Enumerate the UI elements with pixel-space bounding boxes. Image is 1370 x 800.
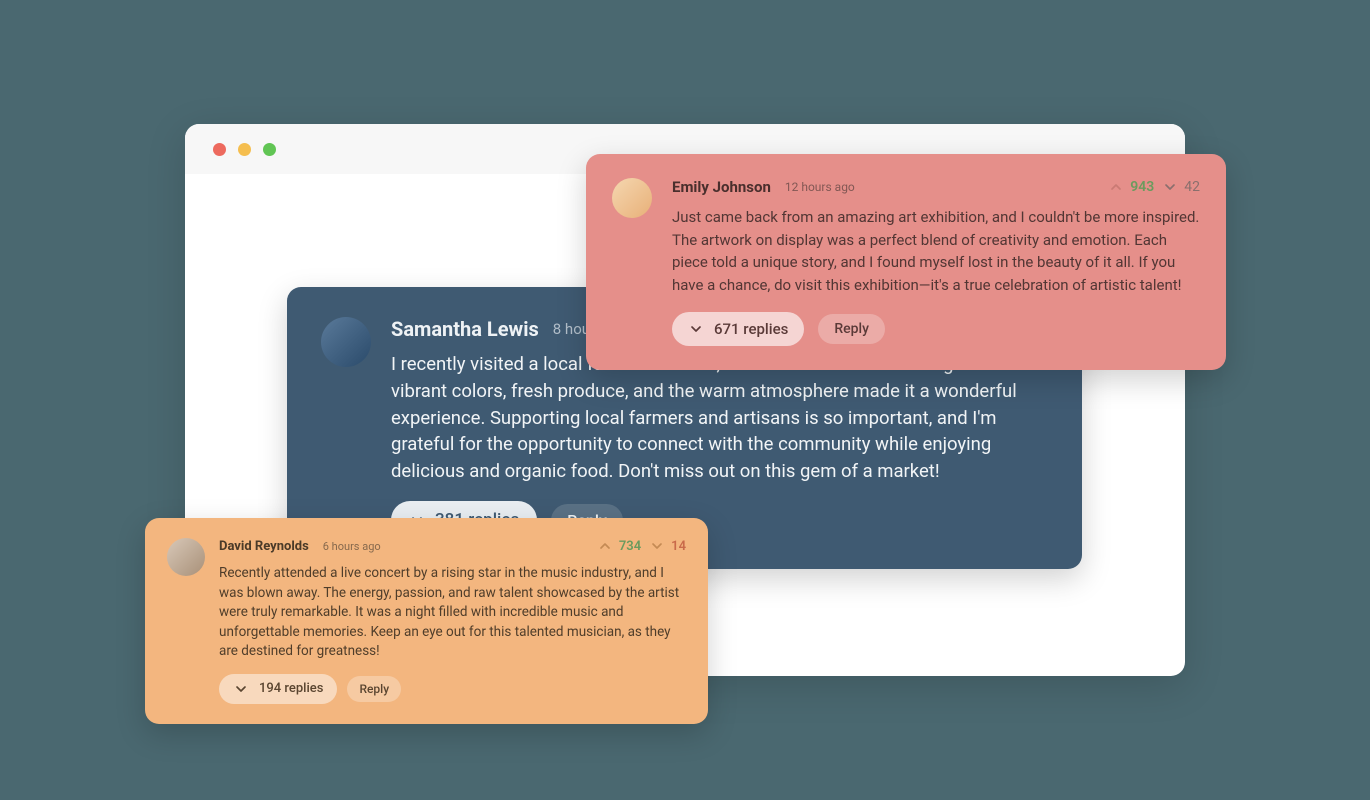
upvote-count: 943 [1130, 179, 1154, 195]
downvote-count: 14 [671, 539, 686, 554]
window-maximize-button[interactable] [263, 143, 276, 156]
chevron-down-icon [649, 538, 665, 554]
reply-button[interactable]: Reply [818, 314, 885, 344]
downvote-button[interactable]: 42 [1162, 179, 1200, 195]
comment-card-top-right: Emily Johnson 12 hours ago 943 42 Just c… [586, 154, 1226, 370]
avatar [321, 317, 371, 367]
chevron-down-icon [1162, 179, 1178, 195]
replies-toggle[interactable]: 194 replies [219, 674, 337, 704]
chevron-down-icon [233, 681, 249, 697]
vote-controls: 943 42 [1108, 179, 1200, 195]
avatar [612, 178, 652, 218]
downvote-button[interactable]: 14 [649, 538, 686, 554]
chevron-up-icon [1108, 179, 1124, 195]
comment-author[interactable]: David Reynolds [219, 539, 309, 554]
upvote-count: 734 [619, 539, 641, 554]
chevron-down-icon [688, 321, 704, 337]
comment-text: Recently attended a live concert by a ri… [219, 564, 686, 662]
window-close-button[interactable] [213, 143, 226, 156]
comment-text: Just came back from an amazing art exhib… [672, 206, 1200, 296]
avatar [167, 538, 205, 576]
upvote-button[interactable]: 943 [1108, 179, 1154, 195]
upvote-button[interactable]: 734 [597, 538, 641, 554]
comment-text: I recently visited a local farmer's mark… [391, 351, 1048, 485]
comment-author[interactable]: Emily Johnson [672, 178, 771, 196]
replies-toggle[interactable]: 671 replies [672, 312, 804, 346]
comment-card-bottom-left: David Reynolds 6 hours ago 734 14 Recent… [145, 518, 708, 724]
window-minimize-button[interactable] [238, 143, 251, 156]
replies-count-label: 194 replies [259, 681, 323, 696]
comment-timestamp: 6 hours ago [323, 540, 381, 553]
downvote-count: 42 [1184, 179, 1200, 195]
vote-controls: 734 14 [597, 538, 686, 554]
replies-count-label: 671 replies [714, 320, 788, 338]
chevron-up-icon [597, 538, 613, 554]
comment-author[interactable]: Samantha Lewis [391, 317, 539, 341]
comment-timestamp: 12 hours ago [785, 180, 855, 194]
reply-button[interactable]: Reply [347, 676, 401, 702]
